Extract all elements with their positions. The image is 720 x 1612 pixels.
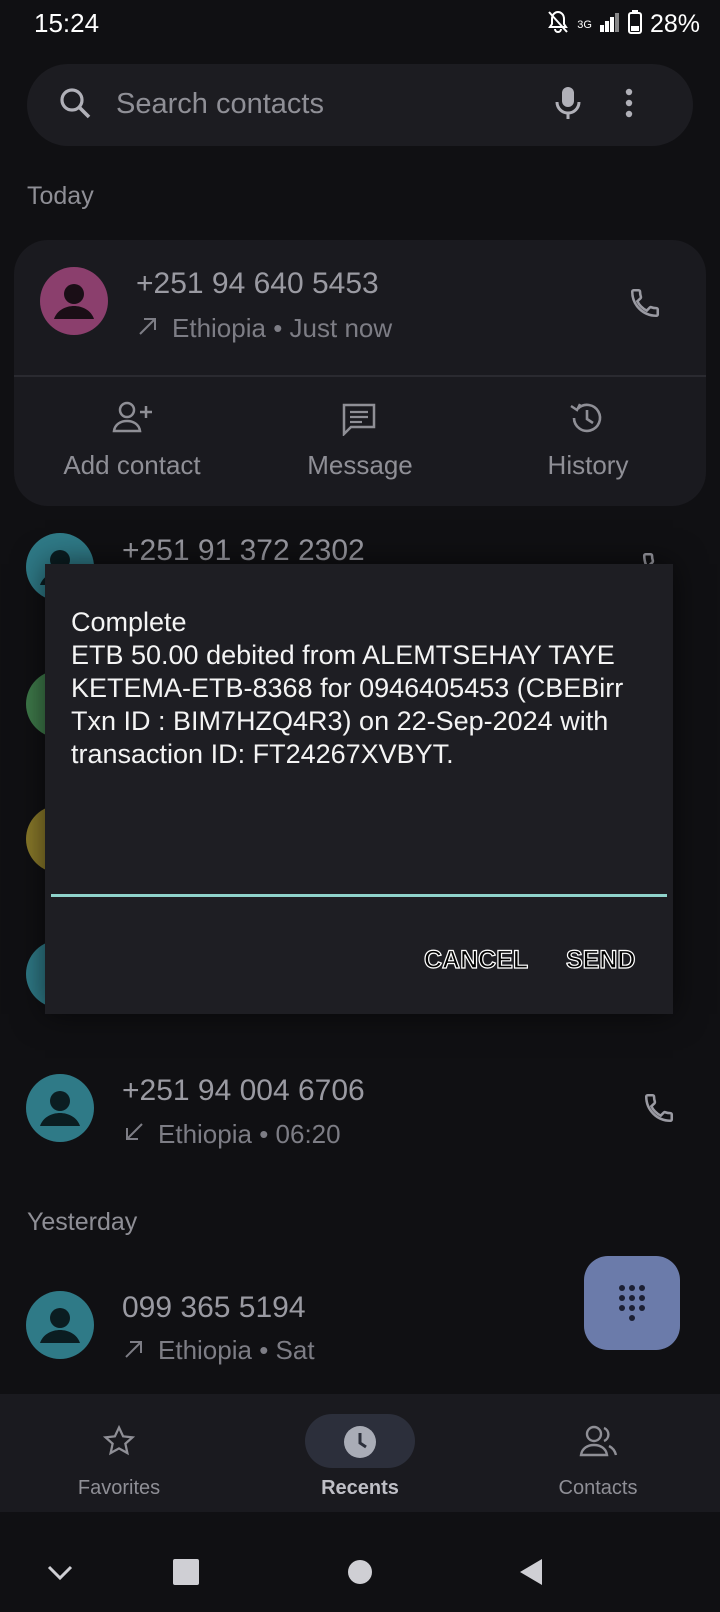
home-circle-icon[interactable] <box>347 1559 373 1590</box>
nav-recents[interactable]: Recents <box>260 1477 460 1500</box>
battery-icon <box>627 10 642 39</box>
call-time: Sat <box>275 1335 315 1365</box>
avatar[interactable] <box>26 1074 94 1142</box>
add-contact-button[interactable]: Add contact <box>22 450 242 481</box>
message-button[interactable]: Message <box>250 450 470 481</box>
status-icons: 3G 28% <box>547 10 700 39</box>
star-icon[interactable] <box>102 1424 136 1463</box>
chevron-down-icon[interactable] <box>46 1564 74 1587</box>
history-button[interactable]: History <box>478 450 698 481</box>
avatar[interactable] <box>40 267 108 335</box>
call-number[interactable]: +251 94 004 6706 <box>122 1074 365 1108</box>
nav-contacts[interactable]: Contacts <box>498 1477 698 1500</box>
call-number: +251 94 640 5453 <box>136 267 379 300</box>
search-icon <box>58 86 92 125</box>
call-location: Ethiopia <box>158 1335 252 1365</box>
card-divider <box>14 375 706 377</box>
dialpad-button[interactable] <box>584 1256 680 1350</box>
search-input[interactable]: Search contacts <box>116 88 324 121</box>
incoming-arrow-icon <box>124 1122 144 1147</box>
message-icon[interactable] <box>341 402 377 441</box>
more-options-icon[interactable] <box>624 88 634 123</box>
call-time: 06:20 <box>275 1119 341 1149</box>
dialpad-icon <box>619 1285 645 1321</box>
nav-favorites[interactable]: Favorites <box>19 1477 219 1500</box>
message-text[interactable]: Complete ETB 50.00 debited from ALEMTSEH… <box>71 606 671 771</box>
outgoing-arrow-icon <box>138 316 158 341</box>
call-location: Ethiopia <box>158 1119 252 1149</box>
status-time: 15:24 <box>34 8 100 38</box>
network-type: 3G <box>577 18 592 31</box>
microphone-icon[interactable] <box>554 86 582 125</box>
input-underline <box>51 894 667 897</box>
call-number[interactable]: 099 365 5194 <box>122 1291 306 1325</box>
history-icon[interactable] <box>568 400 604 441</box>
avatar[interactable] <box>26 1291 94 1359</box>
call-details: Ethiopia • 06:20 <box>158 1119 341 1150</box>
cancel-button[interactable]: CANCEL <box>423 945 528 975</box>
separator: • <box>259 1119 276 1149</box>
signal-icon <box>599 12 620 37</box>
battery-percent: 28% <box>649 10 700 38</box>
phone-icon[interactable] <box>642 1091 676 1130</box>
call-details: Ethiopia • Just now <box>172 313 392 344</box>
separator: • <box>273 313 290 343</box>
call-time: Just now <box>289 313 393 343</box>
outgoing-arrow-icon <box>124 1339 144 1364</box>
section-today: Today <box>27 182 94 210</box>
contacts-icon[interactable] <box>579 1424 619 1463</box>
add-contact-icon[interactable] <box>112 400 154 439</box>
call-number[interactable]: +251 91 372 2302 <box>122 534 365 568</box>
notifications-off-icon <box>547 10 569 39</box>
call-details: Ethiopia • Sat <box>158 1335 315 1366</box>
section-yesterday: Yesterday <box>27 1208 138 1236</box>
send-button[interactable]: SEND <box>565 945 636 975</box>
call-location: Ethiopia <box>172 313 266 343</box>
separator: • <box>259 1335 276 1365</box>
back-triangle-icon[interactable] <box>518 1558 544 1591</box>
phone-icon[interactable] <box>628 286 662 325</box>
clock-icon[interactable] <box>342 1424 378 1465</box>
recents-square-icon[interactable] <box>173 1559 199 1590</box>
